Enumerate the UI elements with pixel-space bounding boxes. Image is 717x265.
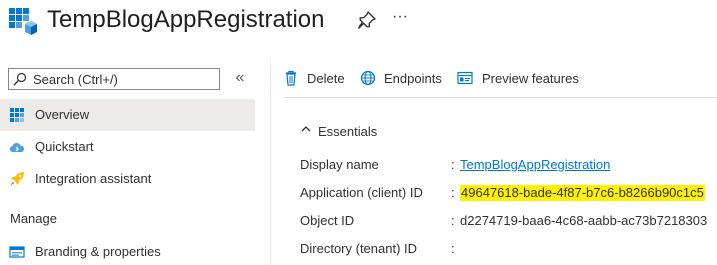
search-icon (13, 72, 27, 86)
application-client-id-label: Application (client) ID (300, 185, 423, 200)
quickstart-cloud-icon (10, 143, 24, 152)
collapse-sidebar-button[interactable]: « (232, 69, 248, 89)
display-name-link[interactable]: TempBlogAppRegistration (460, 157, 610, 173)
sidebar: Search (Ctrl+/) « Overview Quickstart In… (0, 60, 256, 265)
trash-icon (286, 70, 296, 86)
sidebar-item-overview[interactable]: Overview (0, 99, 255, 131)
sidebar-item-quickstart[interactable]: Quickstart (0, 131, 255, 163)
application-client-id-colon: : (451, 185, 455, 200)
overview-grid-icon (10, 108, 24, 122)
sidebar-item-label: Branding & properties (35, 244, 161, 259)
chevron-up-icon (301, 126, 311, 132)
sidebar-item-label: Quickstart (35, 139, 94, 154)
endpoints-button[interactable]: Endpoints (360, 66, 446, 92)
object-id-label: Object ID (300, 213, 355, 228)
preview-features-icon (457, 71, 473, 85)
search-input[interactable]: Search (Ctrl+/) (8, 68, 220, 90)
object-id-colon: : (451, 213, 455, 228)
endpoints-label: Endpoints (384, 71, 442, 86)
display-name-label: Display name (300, 157, 379, 172)
section-header-manage: Manage (10, 211, 57, 226)
search-placeholder: Search (Ctrl+/) (33, 72, 118, 87)
delete-button[interactable]: Delete (283, 66, 348, 92)
sidebar-item-label: Overview (35, 107, 90, 122)
application-client-id-value: 49647618-bade-4f87-b7c6-b8266b90c1c5 (460, 185, 705, 201)
app-registration-icon (9, 8, 37, 35)
globe-icon (360, 70, 376, 86)
object-id-value: d2274719-baa6-4c68-aabb-ac73b7218303 (460, 213, 708, 228)
preview-features-label: Preview features (482, 71, 579, 86)
more-actions-button[interactable]: ··· (389, 5, 411, 29)
page-header: TempBlogAppRegistration ··· (0, 0, 717, 44)
directory-tenant-id-label: Directory (tenant) ID (300, 241, 418, 256)
sidebar-divider (270, 60, 271, 265)
essentials-label: Essentials (318, 124, 378, 139)
pin-icon[interactable] (358, 11, 376, 29)
sidebar-item-integration-assistant[interactable]: Integration assistant (0, 163, 255, 195)
branding-icon (9, 246, 25, 258)
rocket-icon (10, 172, 24, 186)
sidebar-item-branding-properties[interactable]: Branding & properties (0, 236, 255, 265)
app-registration-page: TempBlogAppRegistration ··· Search (Ctrl… (0, 0, 717, 265)
directory-tenant-id-colon: : (451, 241, 455, 256)
sidebar-item-label: Integration assistant (35, 171, 152, 186)
toolbar-divider (284, 97, 717, 98)
delete-label: Delete (307, 71, 345, 86)
essentials-toggle[interactable]: Essentials (300, 122, 390, 140)
display-name-colon: : (451, 157, 455, 172)
page-title: TempBlogAppRegistration (47, 6, 325, 33)
preview-features-button[interactable]: Preview features (457, 66, 581, 92)
